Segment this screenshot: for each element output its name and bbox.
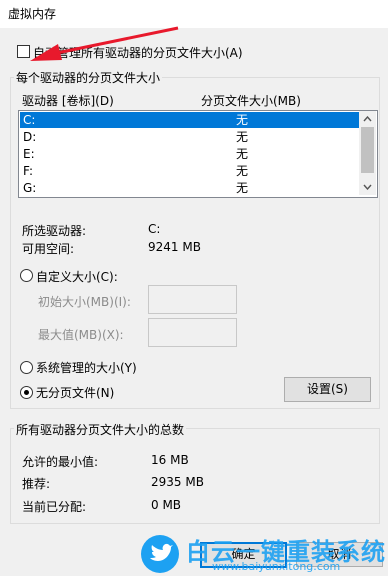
system-managed-radio[interactable] [20, 361, 33, 374]
list-item[interactable]: C: 无 [20, 112, 359, 128]
totals-group-label: 所有驱动器分页文件大小的总数 [14, 421, 187, 438]
list-item[interactable]: F: 无 [20, 163, 359, 179]
custom-size-radio[interactable] [20, 269, 33, 282]
max-size-input[interactable] [148, 318, 237, 347]
drive-size: 无 [236, 164, 249, 178]
custom-size-label[interactable]: 自定义大小(C): [36, 268, 118, 285]
initial-size-input[interactable] [148, 285, 237, 314]
drive-size: 无 [236, 147, 249, 161]
min-allowed-value: 16 MB [151, 453, 189, 467]
drive-size: 无 [236, 113, 249, 127]
column-size-header: 分页文件大小(MB) [201, 94, 301, 108]
column-drive-header: 驱动器 [卷标](D) [22, 94, 114, 108]
list-item[interactable]: D: 无 [20, 129, 359, 145]
set-button[interactable]: 设置(S) [284, 377, 371, 402]
initial-size-label: 初始大小(MB)(I): [38, 295, 131, 309]
free-space-label: 可用空间: [22, 242, 75, 256]
selected-drive-value: C: [148, 222, 161, 236]
scroll-thumb[interactable] [361, 127, 374, 173]
drive-letter: E: [23, 147, 35, 161]
scroll-down-icon[interactable] [363, 184, 372, 190]
drive-letter: D: [23, 130, 37, 144]
max-size-label: 最大值(MB)(X): [38, 328, 124, 342]
list-item[interactable]: E: 无 [20, 146, 359, 162]
selected-drive-label: 所选驱动器: [22, 224, 87, 238]
recommended-label: 推荐: [22, 477, 51, 491]
scroll-up-icon[interactable] [363, 116, 372, 122]
watermark-url: www.baiyunxitong.com [212, 560, 341, 573]
system-managed-label[interactable]: 系统管理的大小(Y) [36, 359, 137, 376]
watermark: 白云一键重装系统 www.baiyunxitong.com [140, 532, 388, 576]
drive-list-scrollbar[interactable] [359, 111, 376, 195]
bird-logo-icon [141, 535, 179, 573]
title-bar: 虚拟内存 [0, 0, 388, 28]
no-paging-file-radio[interactable] [20, 386, 33, 399]
list-item[interactable]: G: 无 [20, 180, 359, 196]
annotation-arrow-icon [30, 26, 179, 61]
drive-letter: G: [23, 181, 37, 195]
per-drive-group-label: 每个驱动器的分页文件大小 [14, 69, 163, 86]
drive-letter: C: [23, 113, 36, 127]
allocated-value: 0 MB [151, 498, 182, 512]
allocated-label: 当前已分配: [22, 500, 87, 514]
drive-size: 无 [236, 181, 249, 195]
drive-list[interactable]: C: 无 D: 无 E: 无 F: 无 G: 无 [18, 110, 378, 198]
recommended-value: 2935 MB [151, 475, 204, 489]
no-paging-file-label[interactable]: 无分页文件(N) [36, 384, 114, 401]
free-space-value: 9241 MB [148, 240, 201, 254]
drive-size: 无 [236, 130, 249, 144]
drive-letter: F: [23, 164, 34, 178]
window-title: 虚拟内存 [8, 7, 57, 21]
min-allowed-label: 允许的最小值: [22, 455, 99, 469]
